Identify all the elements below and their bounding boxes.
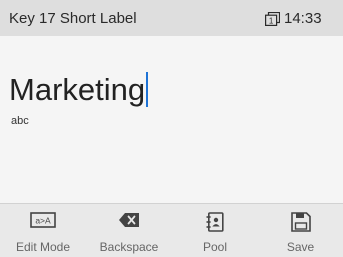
edit-mode-icon-text: a>A: [35, 216, 51, 226]
line-key-icon: 1: [265, 11, 281, 26]
pool-label: Pool: [202, 240, 228, 254]
pool-softkey[interactable]: Pool: [172, 204, 258, 257]
edit-mode-label: Edit Mode: [15, 240, 71, 254]
phone-screen: Key 17 Short Label 1 14:33 Marketing abc…: [0, 0, 343, 257]
input-mode-indicator: abc: [11, 115, 29, 127]
title-bar: Key 17 Short Label 1 14:33: [0, 0, 343, 36]
softkey-bar: a>A Edit Mode Backspace Pool Save: [0, 203, 343, 257]
text-cursor: [146, 72, 149, 107]
edit-mode-icon: a>A: [30, 212, 56, 233]
edit-area: [0, 36, 343, 203]
save-softkey[interactable]: Save: [258, 204, 343, 257]
label-input-value: Marketing: [9, 72, 146, 107]
pool-icon: [206, 212, 224, 237]
label-input[interactable]: Marketing: [9, 72, 149, 112]
save-label: Save: [286, 240, 315, 254]
backspace-icon: [118, 212, 140, 233]
clock: 14:33: [284, 10, 322, 27]
page-title: Key 17 Short Label: [9, 10, 137, 27]
backspace-label: Backspace: [99, 240, 159, 254]
edit-mode-softkey[interactable]: a>A Edit Mode: [0, 204, 86, 257]
backspace-softkey[interactable]: Backspace: [86, 204, 172, 257]
line-number: 1: [269, 17, 274, 26]
save-icon: [290, 212, 311, 237]
